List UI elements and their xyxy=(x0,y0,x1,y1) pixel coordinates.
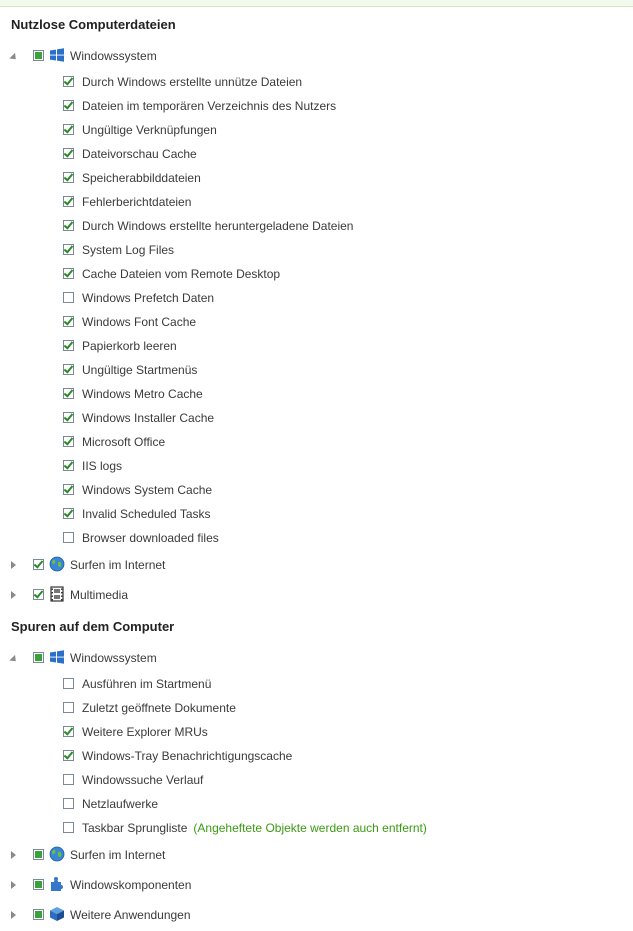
item-checkbox[interactable] xyxy=(63,148,74,159)
item-checkbox[interactable] xyxy=(63,364,74,375)
item-label: System Log Files xyxy=(82,243,175,257)
item-label: Windows Metro Cache xyxy=(82,387,203,401)
item-checkbox[interactable] xyxy=(63,798,74,809)
item-label: Microsoft Office xyxy=(82,435,166,449)
item-checkbox[interactable] xyxy=(63,220,74,231)
top-bar xyxy=(0,0,633,7)
item-label-text: Taskbar Sprungliste xyxy=(82,821,188,835)
globe-icon xyxy=(49,556,65,572)
item-checkbox[interactable] xyxy=(63,678,74,689)
item-label: Browser downloaded files xyxy=(82,531,219,545)
item-checkbox[interactable] xyxy=(63,436,74,447)
windows-logo-icon xyxy=(50,650,64,664)
item-label: Durch Windows erstellte unnütze Dateien xyxy=(82,75,303,89)
group-checkbox[interactable] xyxy=(33,652,44,663)
group-checkbox[interactable] xyxy=(33,909,44,920)
group-label-weitere-anwendungen: Weitere Anwendungen xyxy=(70,908,191,922)
group-checkbox[interactable] xyxy=(33,559,44,570)
globe-icon xyxy=(49,846,65,862)
item-label: Durch Windows erstellte heruntergeladene… xyxy=(82,219,354,233)
group-label-surfen: Surfen im Internet xyxy=(70,558,166,572)
expand-arrow-icon[interactable] xyxy=(8,850,18,860)
item-label: Windows Prefetch Daten xyxy=(82,291,215,305)
expand-arrow-icon[interactable] xyxy=(8,590,18,600)
film-icon xyxy=(50,586,64,602)
item-label: Zuletzt geöffnete Dokumente xyxy=(82,701,236,715)
item-checkbox[interactable] xyxy=(63,750,74,761)
section-title: Spuren auf dem Computer xyxy=(11,619,175,634)
expand-arrow-icon[interactable] xyxy=(8,560,18,570)
group-label-multimedia: Multimedia xyxy=(70,588,129,602)
item-label: Windows Installer Cache xyxy=(82,411,215,425)
item-checkbox[interactable] xyxy=(63,412,74,423)
item-label: IIS logs xyxy=(82,459,123,473)
item-label: Dateien im temporären Verzeichnis des Nu… xyxy=(82,99,337,113)
collapse-arrow-icon[interactable] xyxy=(8,653,19,664)
item-label: Windows Font Cache xyxy=(82,315,197,329)
item-label: Weitere Explorer MRUs xyxy=(82,725,208,739)
item-checkbox[interactable] xyxy=(63,702,74,713)
item-checkbox[interactable] xyxy=(63,76,74,87)
windows-logo-icon xyxy=(50,48,64,62)
item-label: Speicherabbilddateien xyxy=(82,171,201,185)
item-checkbox[interactable] xyxy=(63,196,74,207)
item-label: Windows-Tray Benachrichtigungscache xyxy=(82,749,293,763)
item-label: Ausführen im Startmenü xyxy=(82,677,212,691)
item-checkbox[interactable] xyxy=(63,774,74,785)
group-label-surfen: Surfen im Internet xyxy=(70,848,166,862)
item-label: Dateivorschau Cache xyxy=(82,147,197,161)
item-checkbox[interactable] xyxy=(63,172,74,183)
group-checkbox[interactable] xyxy=(33,879,44,890)
item-checkbox[interactable] xyxy=(63,316,74,327)
item-label: Fehlerberichtdateien xyxy=(82,195,192,209)
group-checkbox[interactable] xyxy=(33,589,44,600)
item-label: Invalid Scheduled Tasks xyxy=(82,507,211,521)
item-checkbox[interactable] xyxy=(63,244,74,255)
item-label: Cache Dateien vom Remote Desktop xyxy=(82,267,281,281)
expand-arrow-icon[interactable] xyxy=(8,880,18,890)
item-note: (Angeheftete Objekte werden auch entfern… xyxy=(193,821,427,835)
item-checkbox[interactable] xyxy=(63,100,74,111)
item-checkbox[interactable] xyxy=(63,340,74,351)
item-label: Ungültige Verknüpfungen xyxy=(82,123,217,137)
item-label: Ungültige Startmenüs xyxy=(82,363,198,377)
item-label: Taskbar Sprungliste (Angeheftete Objekte … xyxy=(82,821,427,835)
group-label-windowssystem: Windowssystem xyxy=(70,49,157,63)
item-checkbox[interactable] xyxy=(63,124,74,135)
expand-arrow-icon[interactable] xyxy=(8,910,18,920)
item-checkbox[interactable] xyxy=(63,292,74,303)
item-label: Netzlaufwerke xyxy=(82,797,159,811)
item-checkbox[interactable] xyxy=(63,726,74,737)
group-label-windowssystem: Windowssystem xyxy=(70,651,157,665)
item-checkbox[interactable] xyxy=(63,508,74,519)
group-checkbox[interactable] xyxy=(33,50,44,61)
group-label-windowskomponenten: Windowskomponenten xyxy=(70,878,192,892)
puzzle-icon xyxy=(51,877,63,891)
item-checkbox[interactable] xyxy=(63,532,74,543)
item-checkbox[interactable] xyxy=(63,268,74,279)
box-icon xyxy=(50,907,64,921)
item-checkbox[interactable] xyxy=(63,460,74,471)
item-label: Windowssuche Verlauf xyxy=(82,773,204,787)
group-checkbox[interactable] xyxy=(33,849,44,860)
section-title: Nutzlose Computerdateien xyxy=(11,17,176,32)
collapse-arrow-icon[interactable] xyxy=(8,51,19,62)
item-label: Papierkorb leeren xyxy=(82,339,177,353)
item-label: Windows System Cache xyxy=(82,483,213,497)
item-checkbox[interactable] xyxy=(63,822,74,833)
item-checkbox[interactable] xyxy=(63,484,74,495)
item-checkbox[interactable] xyxy=(63,388,74,399)
